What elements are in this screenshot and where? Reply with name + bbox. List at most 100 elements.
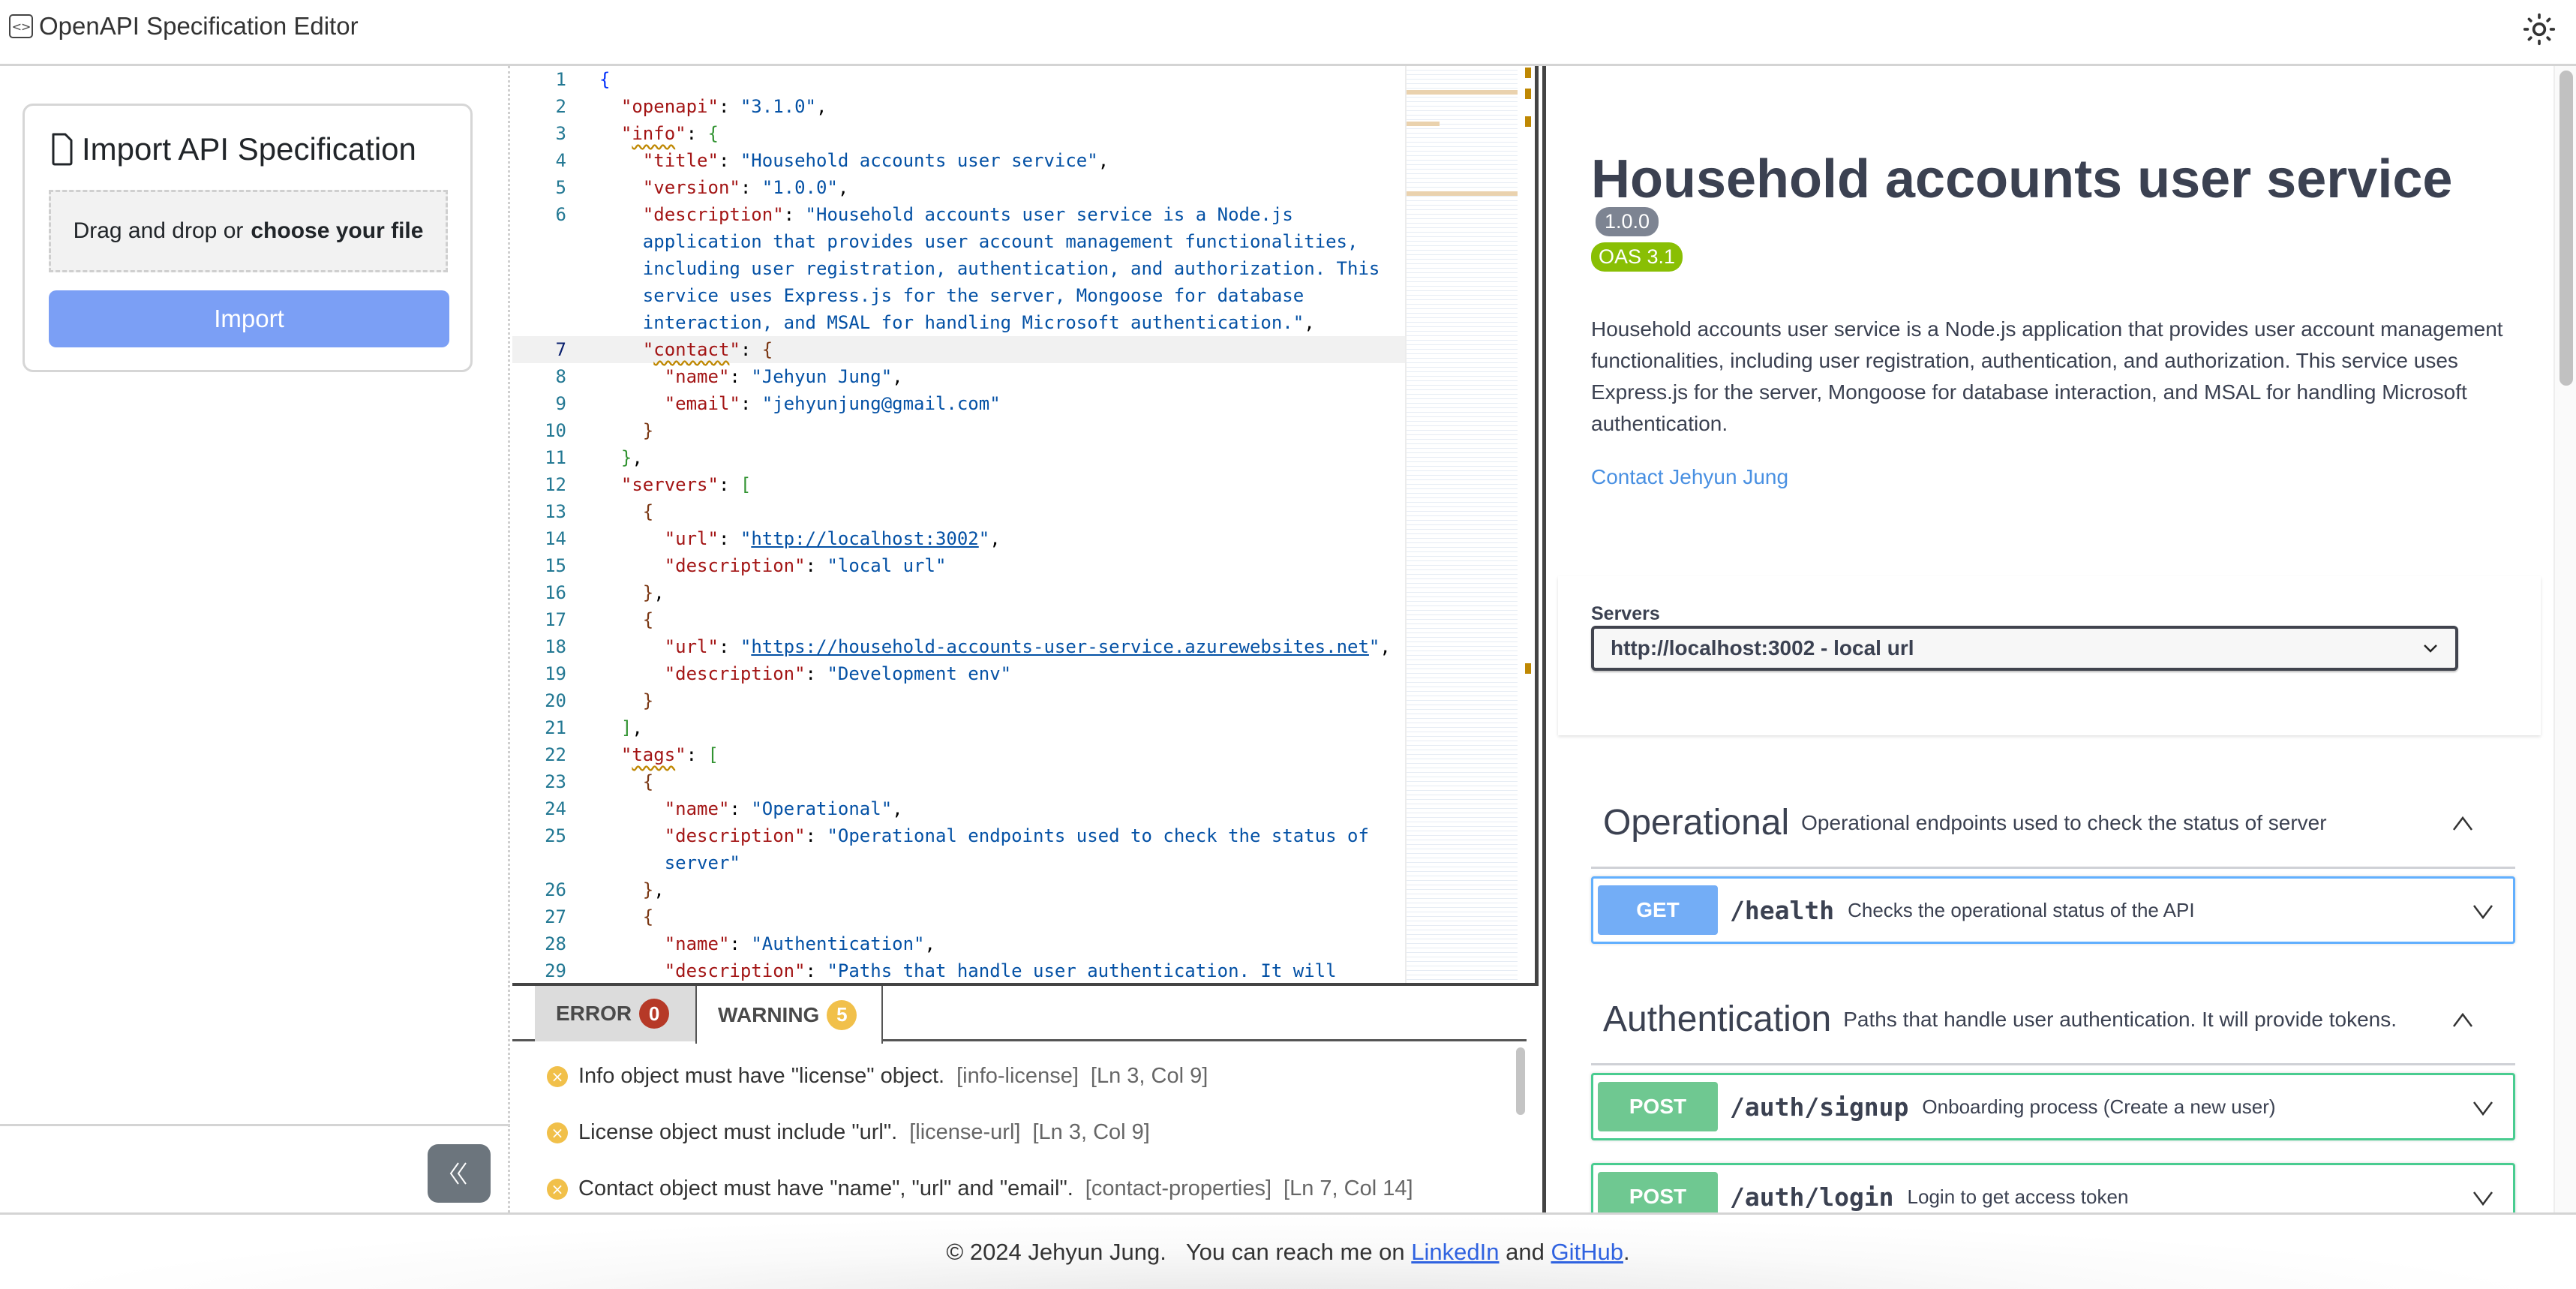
code-line[interactable]: 27 { [512,903,1405,930]
tab-error[interactable]: ERROR 0 [535,986,695,1041]
code-line[interactable]: 12 "servers": [ [512,471,1405,498]
operation-post-auth-login[interactable]: POST /auth/login Login to get access tok… [1591,1163,2515,1212]
code-line[interactable]: 19 "description": "Development env" [512,660,1405,687]
code-text: "description": "Operational endpoints us… [664,825,1369,846]
code-line[interactable]: 5 "version": "1.0.0", [512,174,1405,201]
line-number [512,255,566,282]
code-line[interactable]: 20 } [512,687,1405,714]
import-card-title: Import API Specification [50,131,416,167]
code-line[interactable]: 17 { [512,606,1405,633]
servers-select[interactable]: http://localhost:3002 - local url [1591,626,2458,671]
tab-warning[interactable]: WARNING 5 [695,986,883,1044]
code-text: application that provides user account m… [642,231,1359,252]
code-text: "description": "Development env" [664,663,1012,684]
code-brackets-icon: <> [9,14,33,38]
line-number: 7 [555,339,566,360]
code-line[interactable]: 22 "tags": [ [512,741,1405,768]
problem-item[interactable]: × Contact object must have "name", "url"… [547,1176,1413,1201]
tag-header[interactable]: Operational Operational endpoints used t… [1591,779,2515,869]
problem-list-scrollbar[interactable] [1516,1047,1525,1115]
collapse-sidebar-button[interactable] [428,1144,491,1203]
copyright-text: © 2024 Jehyun Jung. [946,1238,1166,1265]
sidebar: Import API Specification Drag and drop o… [0,66,510,1212]
dropzone-text: Drag and drop or [73,218,244,243]
chevron-down-icon [2473,1191,2493,1206]
code-line[interactable]: 1{ [512,66,1405,93]
code-line[interactable]: application that provides user account m… [512,228,1405,255]
code-text: "description": "Paths that handle user a… [664,960,1337,981]
import-button[interactable]: Import [49,290,449,347]
code-line[interactable]: 11 }, [512,444,1405,471]
code-line[interactable]: 24 "name": "Operational", [512,795,1405,822]
code-line[interactable]: 25 "description": "Operational endpoints… [512,822,1405,849]
code-lines[interactable]: 1{2 "openapi": "3.1.0", 3 "info": {4 "tit… [512,66,1405,983]
warning-icon: × [547,1122,568,1143]
code-line[interactable]: 8 "name": "Jehyun Jung", [512,363,1405,390]
code-text: "name": "Operational", [664,798,903,819]
code-line[interactable]: 28 "name": "Authentication", [512,930,1405,957]
code-line[interactable]: 18 "url": "https://household-accounts-us… [512,633,1405,660]
line-number: 2 [555,96,566,117]
code-line[interactable]: 9 "email": "jehyunjung@gmail.com" [512,390,1405,417]
tag-header[interactable]: Authentication Paths that handle user au… [1591,975,2515,1065]
code-line[interactable]: 29 "description": "Paths that handle use… [512,957,1405,983]
code-text: }, [620,447,643,468]
code-line[interactable]: 13 { [512,498,1405,525]
chevron-down-icon [2473,1101,2493,1116]
code-line[interactable]: 26 }, [512,876,1405,903]
app-title-text: OpenAPI Specification Editor [39,12,359,40]
code-line[interactable]: service uses Express.js for the server, … [512,282,1405,309]
line-number: 21 [545,717,566,738]
code-line[interactable]: including user registration, authenticat… [512,255,1405,282]
version-badge: 1.0.0 [1596,207,1659,236]
operation-get-health[interactable]: GET /health Checks the operational statu… [1591,876,2515,944]
code-text: { [642,906,654,927]
editor-minimap[interactable] [1405,66,1518,983]
code-line[interactable]: 10 } [512,417,1405,444]
code-line[interactable]: 15 "description": "local url" [512,552,1405,579]
code-line[interactable]: 4 "title": "Household accounts user serv… [512,147,1405,174]
warning-icon: × [547,1178,568,1200]
code-line[interactable]: 7 "contact": { [512,336,1405,363]
chevron-down-icon [2424,644,2437,653]
code-line[interactable]: 14 "url": "http://localhost:3002", [512,525,1405,552]
operation-post-auth-signup[interactable]: POST /auth/signup Onboarding process (Cr… [1591,1073,2515,1140]
line-number: 17 [545,609,566,630]
code-editor[interactable]: 1{2 "openapi": "3.1.0", 3 "info": {4 "tit… [512,66,1539,983]
ruler-warning-mark [1525,68,1531,78]
line-number: 15 [545,555,566,576]
problem-item[interactable]: × Info object must have "license" object… [547,1064,1208,1089]
problem-item[interactable]: × License object must include "url". [li… [547,1120,1150,1145]
code-line[interactable]: 3 "info": { [512,120,1405,147]
contact-link[interactable]: Contact Jehyun Jung [1591,465,1788,489]
code-line[interactable]: 16 }, [512,579,1405,606]
method-badge: POST [1598,1172,1718,1212]
line-number: 26 [545,879,566,900]
problem-tabs: ERROR 0 WARNING 5 [512,986,1527,1044]
preview-scrollbar[interactable] [2553,66,2576,1212]
code-line[interactable]: 23 { [512,768,1405,795]
code-line[interactable]: 6 "description": "Household accounts use… [512,201,1405,228]
choose-file-link[interactable]: choose your file [251,218,423,244]
warning-count-badge: 5 [827,999,857,1030]
preview-scrollbar-thumb[interactable] [2559,71,2573,386]
linkedin-link[interactable]: LinkedIn [1411,1239,1499,1266]
operation-path: /health [1730,895,1835,925]
code-line[interactable]: 2 "openapi": "3.1.0", [512,93,1405,120]
line-number: 23 [545,771,566,792]
code-line[interactable]: interaction, and MSAL for handling Micro… [512,309,1405,336]
code-text: "servers": [ [620,474,752,495]
line-number: 12 [545,474,566,495]
error-count-badge: 0 [639,999,670,1029]
code-text: service uses Express.js for the server, … [642,285,1305,306]
line-number: 8 [555,366,566,387]
editor-overview-ruler[interactable] [1518,66,1539,983]
file-dropzone[interactable]: Drag and drop or choose your file [49,190,448,272]
line-number: 18 [545,636,566,657]
line-number: 1 [555,69,566,90]
line-number: 6 [555,204,566,225]
theme-toggle-button[interactable] [2520,11,2558,48]
github-link[interactable]: GitHub [1551,1239,1623,1266]
code-line[interactable]: 21 ], [512,714,1405,741]
code-line[interactable]: server" [512,849,1405,876]
